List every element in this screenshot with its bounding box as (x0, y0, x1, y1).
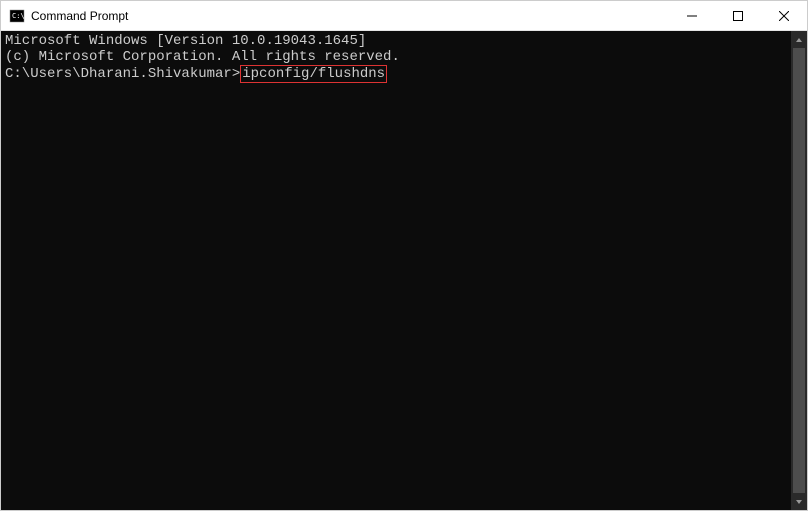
maximize-button[interactable] (715, 1, 761, 30)
scroll-track[interactable] (791, 48, 807, 493)
prompt-line: C:\Users\Dharani.Shivakumar>ipconfig/flu… (5, 65, 787, 83)
terminal-output[interactable]: Microsoft Windows [Version 10.0.19043.16… (1, 31, 791, 510)
window-title: Command Prompt (31, 9, 669, 23)
titlebar[interactable]: C:\ Command Prompt (1, 1, 807, 31)
window-controls (669, 1, 807, 30)
command-highlight: ipconfig/flushdns (240, 65, 387, 83)
command-prompt-window: C:\ Command Prompt Microsoft Windows [Ve… (0, 0, 808, 511)
scroll-thumb[interactable] (793, 48, 805, 493)
version-line: Microsoft Windows [Version 10.0.19043.16… (5, 33, 787, 49)
command-text: ipconfig/flushdns (242, 66, 385, 82)
minimize-button[interactable] (669, 1, 715, 30)
scroll-up-arrow-icon[interactable] (791, 31, 807, 48)
scroll-down-arrow-icon[interactable] (791, 493, 807, 510)
copyright-line: (c) Microsoft Corporation. All rights re… (5, 49, 787, 65)
app-icon: C:\ (9, 8, 25, 24)
svg-text:C:\: C:\ (12, 12, 25, 20)
close-button[interactable] (761, 1, 807, 30)
prompt-path: C:\Users\Dharani.Shivakumar> (5, 66, 240, 82)
terminal-area: Microsoft Windows [Version 10.0.19043.16… (1, 31, 807, 510)
vertical-scrollbar[interactable] (791, 31, 807, 510)
